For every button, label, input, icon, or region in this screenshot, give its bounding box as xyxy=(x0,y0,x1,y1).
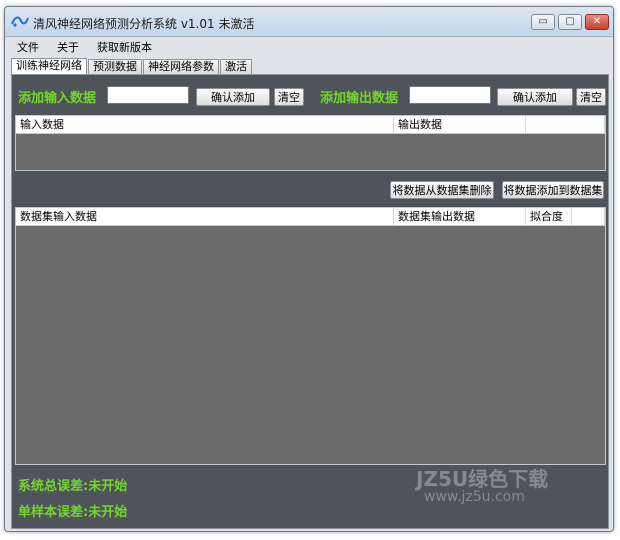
single-error-status: 单样本误差:未开始 xyxy=(18,501,127,520)
add-input-title: 添加输入数据 xyxy=(18,91,97,106)
watermark-url: www.jz5u.com xyxy=(424,489,525,505)
pending-data-grid[interactable]: 输入数据 输出数据 xyxy=(15,115,606,171)
add-to-dataset-button[interactable]: 将数据添加到数据集 xyxy=(502,181,604,199)
confirm-add-input-button[interactable]: 确认添加 xyxy=(196,88,270,106)
watermark-brand: JZ5U绿色下载 xyxy=(416,467,549,491)
pending-grid-header: 输入数据 输出数据 xyxy=(16,116,605,134)
single-error-label: 单样本误差: xyxy=(18,505,89,520)
input-data-field[interactable] xyxy=(107,86,189,104)
app-logo-icon xyxy=(11,16,29,27)
column-dataset-input[interactable]: 数据集输入数据 xyxy=(16,208,394,226)
tab-activate[interactable]: 激活 xyxy=(220,59,252,74)
column-extra[interactable] xyxy=(526,116,605,134)
total-error-status: 系统总误差:未开始 xyxy=(18,475,127,494)
clear-output-button[interactable]: 清空 xyxy=(576,88,606,106)
app-window: 清风神经网络预测分析系统 v1.01 未激活 ▭ ▢ ✕ 文件 关于 获取新版本… xyxy=(4,6,614,532)
column-dataset-output[interactable]: 数据集输出数据 xyxy=(394,208,526,226)
maximize-icon: ▢ xyxy=(565,16,575,27)
menu-bar: 文件 关于 获取新版本 xyxy=(5,37,613,57)
tab-network-params[interactable]: 神经网络参数 xyxy=(143,59,219,74)
remove-from-dataset-button[interactable]: 将数据从数据集删除 xyxy=(390,181,494,199)
tab-train-network[interactable]: 训练神经网络 xyxy=(11,58,87,74)
minimize-icon: ▭ xyxy=(538,16,548,27)
dataset-grid[interactable]: 数据集输入数据 数据集输出数据 拟合度 xyxy=(15,207,606,465)
column-input-data[interactable]: 输入数据 xyxy=(16,116,394,134)
menu-about[interactable]: 关于 xyxy=(57,39,79,55)
total-error-value: 未开始 xyxy=(88,479,128,494)
menu-file[interactable]: 文件 xyxy=(17,39,39,55)
tab-predict-data[interactable]: 预测数据 xyxy=(88,59,142,74)
maximize-button[interactable]: ▢ xyxy=(558,14,582,30)
train-panel: 添加输入数据 确认添加 清空 添加输出数据 确认添加 清空 输入数据 输出数据 … xyxy=(11,74,609,529)
minimize-button[interactable]: ▭ xyxy=(531,14,555,30)
dataset-grid-header: 数据集输入数据 数据集输出数据 拟合度 xyxy=(16,208,605,226)
close-icon: ✕ xyxy=(592,16,602,27)
total-error-label: 系统总误差: xyxy=(18,479,89,494)
column-filler[interactable] xyxy=(572,208,605,226)
title-bar[interactable]: 清风神经网络预测分析系统 v1.01 未激活 ▭ ▢ ✕ xyxy=(5,7,613,37)
column-output-data[interactable]: 输出数据 xyxy=(394,116,526,134)
menu-get-new-version[interactable]: 获取新版本 xyxy=(97,39,152,55)
output-data-field[interactable] xyxy=(409,86,491,104)
add-output-title: 添加输出数据 xyxy=(320,91,399,106)
close-button[interactable]: ✕ xyxy=(585,14,609,30)
clear-input-button[interactable]: 清空 xyxy=(274,88,304,106)
confirm-add-output-button[interactable]: 确认添加 xyxy=(497,88,573,106)
single-error-value: 未开始 xyxy=(88,505,128,520)
window-title: 清风神经网络预测分析系统 v1.01 未激活 xyxy=(33,17,255,31)
tab-strip: 训练神经网络 预测数据 神经网络参数 激活 xyxy=(11,58,253,74)
column-fit-degree[interactable]: 拟合度 xyxy=(526,208,572,226)
